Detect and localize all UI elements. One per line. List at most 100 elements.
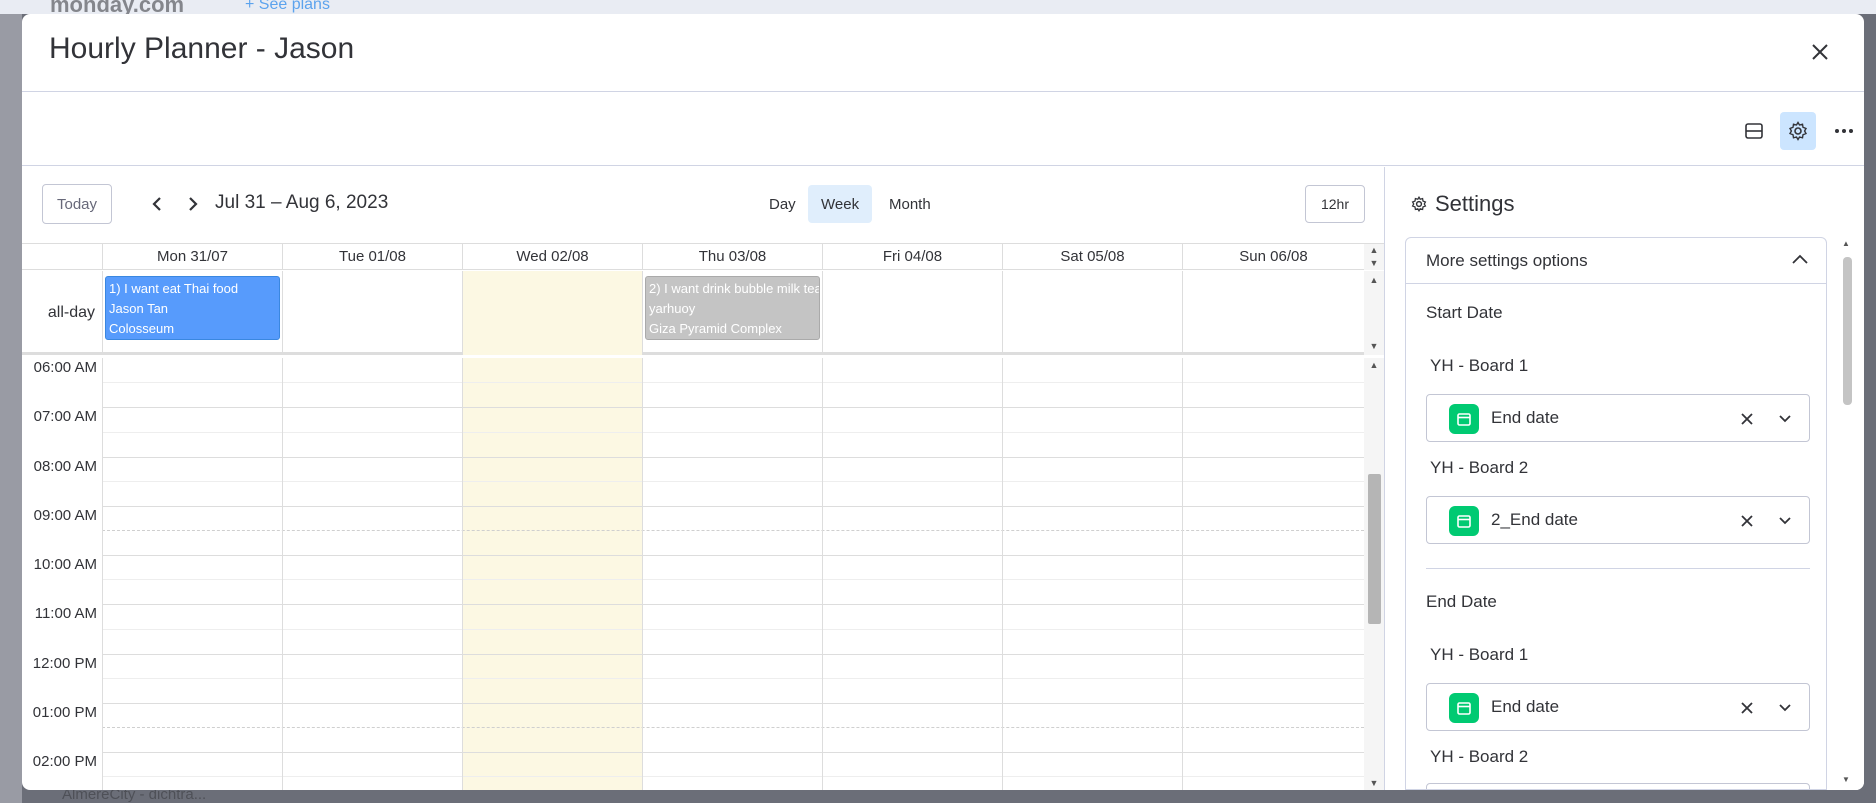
gear-icon — [1411, 196, 1427, 212]
scroll-down-icon[interactable]: ▼ — [1842, 775, 1850, 784]
chevron-down-icon — [1779, 704, 1791, 712]
chevron-right-icon — [189, 197, 198, 211]
column-divider — [642, 271, 643, 352]
clear-button[interactable] — [1737, 698, 1757, 718]
column-divider — [1002, 271, 1003, 352]
day-header-row: Mon 31/07 Tue 01/08 Wed 02/08 Thu 03/08 … — [22, 244, 1364, 270]
time-grid: 06:00 AM 07:00 AM 08:00 AM 09:00 AM 10:0… — [22, 358, 1364, 790]
today-highlight — [463, 271, 642, 355]
layout-button[interactable] — [1736, 112, 1772, 150]
clear-button[interactable] — [1737, 409, 1757, 429]
scroll-up-icon[interactable]: ▲ — [1364, 273, 1384, 287]
clear-button[interactable] — [1737, 511, 1757, 531]
day-header: Sun 06/08 — [1182, 244, 1364, 270]
time-label: 01:00 PM — [32, 704, 97, 721]
next-week-button[interactable] — [180, 187, 206, 221]
grid-line — [102, 530, 1364, 531]
grid-line — [102, 382, 1364, 383]
event-person: yarhuoy — [649, 301, 696, 316]
grid-line — [102, 407, 1364, 408]
view-month-button[interactable]: Month — [876, 185, 944, 223]
dropdown-button[interactable] — [1775, 511, 1795, 531]
accordion-title: More settings options — [1426, 250, 1588, 270]
column-divider — [822, 271, 823, 352]
scroll-thumb[interactable] — [1368, 474, 1381, 624]
close-button[interactable] — [1802, 34, 1838, 70]
scroll-thumb[interactable] — [1843, 257, 1852, 405]
settings-button[interactable] — [1780, 112, 1816, 150]
settings-panel: Settings More settings options Start Dat… — [1384, 167, 1864, 790]
grid-line — [102, 629, 1364, 630]
layout-icon — [1745, 123, 1763, 139]
event-location: Giza Pyramid Complex — [649, 321, 782, 336]
board-label: YH - Board 1 — [1430, 645, 1529, 664]
grid-line — [102, 506, 1364, 507]
time-label: 09:00 AM — [33, 507, 97, 524]
end-date-title: End Date — [1426, 592, 1497, 611]
hour-format-button[interactable]: 12hr — [1305, 185, 1365, 223]
start-date-board1-select[interactable]: End date — [1426, 394, 1810, 442]
dropdown-button[interactable] — [1775, 409, 1795, 429]
more-options-button[interactable] — [1826, 112, 1862, 150]
day-header: Sat 05/08 — [1002, 244, 1182, 270]
allday-scrollbar[interactable]: ▲ ▼ — [1364, 271, 1384, 355]
column-divider — [462, 358, 463, 790]
chevron-left-icon — [152, 197, 161, 211]
event-person: Jason Tan — [109, 301, 169, 316]
chevron-down-icon — [1779, 415, 1791, 423]
accordion-header[interactable]: More settings options — [1406, 238, 1826, 284]
select-value: End date — [1491, 697, 1560, 716]
scroll-up-icon[interactable]: ▲ — [1364, 358, 1384, 372]
column-divider — [1182, 358, 1183, 790]
time-row: 02:00 PM — [22, 752, 1364, 790]
scroll-up-icon[interactable]: ▲ — [1364, 244, 1384, 256]
header-scrollbar[interactable]: ▲ ▼ — [1364, 244, 1384, 270]
end-date-board1-select[interactable]: End date — [1426, 683, 1810, 731]
grid-line — [102, 776, 1364, 777]
allday-label: all-day — [47, 304, 95, 321]
scroll-up-icon[interactable]: ▲ — [1842, 239, 1850, 248]
close-icon — [1741, 413, 1753, 425]
event-card[interactable]: 1) I want eat Thai food Jason Tan Coloss… — [105, 276, 280, 340]
prev-week-button[interactable] — [144, 187, 170, 221]
view-week-button[interactable]: Week — [808, 185, 873, 223]
grid-line — [102, 654, 1364, 655]
modal-toolbar — [22, 92, 1864, 166]
column-divider — [462, 271, 463, 352]
end-date-board2-select[interactable] — [1426, 783, 1810, 789]
settings-scrollbar[interactable]: ▲ ▼ — [1840, 239, 1854, 784]
settings-heading: Settings — [1411, 191, 1515, 217]
time-label: 12:00 PM — [32, 655, 97, 672]
time-label: 11:00 AM — [34, 605, 97, 622]
column-divider — [1182, 271, 1183, 352]
select-value: End date — [1491, 408, 1560, 427]
scroll-down-icon[interactable]: ▼ — [1364, 339, 1384, 353]
column-divider — [282, 358, 283, 790]
background-topbar: monday.com + See plans — [0, 0, 1876, 14]
chevron-down-icon — [1779, 517, 1791, 525]
dropdown-button[interactable] — [1775, 698, 1795, 718]
scroll-down-icon[interactable]: ▼ — [1364, 776, 1384, 790]
gear-icon — [1788, 121, 1808, 141]
today-button[interactable]: Today — [42, 184, 112, 224]
event-title: 1) I want eat Thai food — [109, 281, 239, 296]
time-label: 02:00 PM — [32, 753, 97, 770]
event-card[interactable]: 2) I want drink bubble milk tea yarhuoy … — [645, 276, 820, 340]
time-label: 10:00 AM — [33, 556, 97, 573]
calendar-controls: Today Jul 31 – Aug 6, 2023 Day Week Mont… — [22, 167, 1384, 243]
start-date-board2-select[interactable]: 2_End date — [1426, 496, 1810, 544]
grid-line — [102, 727, 1364, 728]
calendar-grid: Mon 31/07 Tue 01/08 Wed 02/08 Thu 03/08 … — [22, 243, 1384, 790]
select-value: 2_End date — [1491, 510, 1578, 529]
time-label: 06:00 AM — [33, 359, 97, 376]
modal-title: Hourly Planner - Jason — [49, 32, 355, 65]
scroll-down-icon[interactable]: ▼ — [1364, 257, 1384, 269]
time-grid-scrollbar[interactable]: ▲ ▼ — [1364, 358, 1384, 790]
settings-title: Settings — [1435, 191, 1515, 216]
column-divider — [1002, 358, 1003, 790]
hourly-planner-modal: Hourly Planner - Jason Today Jul 31 – Au… — [22, 14, 1864, 790]
column-divider — [102, 271, 103, 352]
view-day-button[interactable]: Day — [756, 185, 809, 223]
grid-line — [102, 457, 1364, 458]
day-header: Thu 03/08 — [642, 244, 822, 270]
